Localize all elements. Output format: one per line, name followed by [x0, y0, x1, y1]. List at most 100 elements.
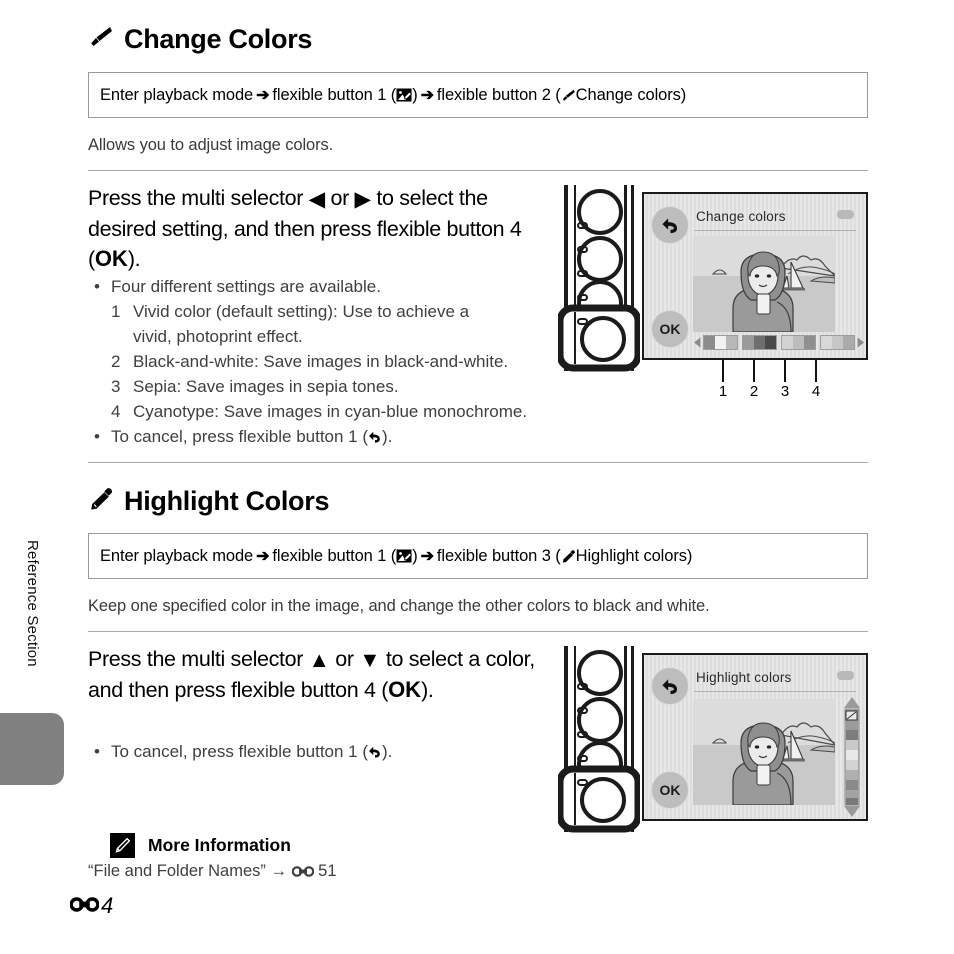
- item-text-2: Black-and-white: Save images in black-an…: [133, 352, 509, 371]
- back-arrow-icon: [368, 739, 382, 764]
- swatch-option-3[interactable]: [781, 335, 816, 350]
- divider: [88, 462, 868, 463]
- instruction-text-b: or: [324, 186, 355, 210]
- list-item: 4 Cyanotype: Save images in cyan-blue mo…: [111, 399, 544, 424]
- breadcrumb-part-4: flexible button 2 (: [436, 85, 561, 104]
- bullet-text-0: To cancel, press flexible button 1 (: [111, 742, 369, 761]
- item-text-3: Sepia: Save images in sepia tones.: [133, 377, 399, 396]
- breadcrumb-part-2: flexible button 1 (: [272, 85, 397, 104]
- right-triangle-icon: ▶: [354, 187, 372, 211]
- reference-page: 51: [318, 862, 337, 880]
- list-item: • To cancel, press flexible button 1 ( )…: [94, 739, 544, 764]
- callout-label-2: 2: [749, 383, 759, 400]
- page-number: 4: [69, 893, 114, 919]
- section-heading-highlight-colors: Highlight Colors: [88, 486, 329, 517]
- marker-icon: [88, 24, 114, 55]
- e-symbol-icon: [291, 862, 319, 880]
- item-text-1-cont: vivid, photoprint effect.: [133, 327, 303, 346]
- up-arrow-icon: [844, 697, 860, 708]
- lcd-title-underline: [694, 230, 856, 231]
- breadcrumb-part-1: Enter playback mode: [100, 546, 254, 565]
- bullet-list-highlight-colors: • To cancel, press flexible button 1 ( )…: [94, 739, 544, 764]
- breadcrumb-highlight-colors: Enter playback mode ➔ flexible button 1 …: [88, 533, 868, 579]
- bullet-list-change-colors: • Four different settings are available.…: [94, 274, 544, 449]
- instruction-text-c: to select a: [380, 647, 481, 671]
- camera-button-diagram-1: [556, 185, 642, 380]
- bullet-text-1: To cancel, press flexible button 1 (: [111, 427, 369, 446]
- instruction-line-3b: ).: [421, 678, 434, 702]
- back-button[interactable]: [651, 667, 689, 705]
- breadcrumb-part-2: flexible button 1 (: [272, 546, 397, 565]
- eyedropper-icon: [88, 486, 114, 517]
- breadcrumb-arrow-2: ➔: [420, 87, 434, 104]
- list-item: 3 Sepia: Save images in sepia tones.: [111, 374, 544, 399]
- instruction-text-b: or: [329, 647, 360, 671]
- pencil-note-icon: [110, 833, 135, 858]
- swatch-option-2[interactable]: [742, 335, 777, 350]
- instruction-text-a: Press the multi selector: [88, 186, 309, 210]
- ok-button[interactable]: OK: [651, 310, 689, 348]
- down-arrow-icon: [844, 806, 860, 817]
- edit-image-icon: [396, 86, 413, 105]
- list-item: 1 Vivid color (default setting): Use to …: [111, 299, 544, 324]
- list-item: • To cancel, press flexible button 1 ( )…: [94, 424, 544, 449]
- page-number-value: 4: [101, 893, 114, 918]
- item-number-3: 3: [111, 377, 121, 396]
- ok-label: OK: [94, 246, 128, 271]
- callout-leader-2: [753, 360, 755, 382]
- lcd-title-underline: [694, 691, 856, 692]
- ok-button[interactable]: OK: [651, 771, 689, 809]
- up-triangle-icon: ▲: [308, 648, 330, 672]
- lcd-screen-highlight-colors: Highlight colors OK: [642, 653, 868, 821]
- instruction-line-3b: ).: [127, 247, 141, 271]
- callout-leader-4: [815, 360, 817, 382]
- breadcrumb-part-1: Enter playback mode: [100, 85, 254, 104]
- cancel-suffix: ).: [382, 742, 393, 761]
- description-highlight-colors: Keep one specified color in the image, a…: [88, 597, 710, 615]
- callout-label-4: 4: [811, 383, 821, 400]
- callout-label-3: 3: [780, 383, 790, 400]
- item-number-2: 2: [111, 352, 121, 371]
- breadcrumb-part-5: Highlight colors): [575, 546, 693, 565]
- more-information-reference: “File and Folder Names” → 51: [88, 862, 337, 881]
- list-item: • Four different settings are available.: [94, 274, 544, 299]
- lcd-title: Highlight colors: [696, 670, 792, 685]
- instruction-text-a: Press the multi selector: [88, 647, 309, 671]
- lcd-screen-change-colors: Change colors OK: [642, 192, 868, 360]
- battery-icon: [837, 671, 854, 680]
- color-setting-selector[interactable]: [694, 334, 864, 351]
- left-triangle-icon: ◀: [308, 187, 326, 211]
- divider: [88, 631, 868, 632]
- battery-icon: [837, 210, 854, 219]
- camera-button-diagram-2: [556, 646, 642, 841]
- swatch-option-1[interactable]: [703, 335, 738, 350]
- down-triangle-icon: ▼: [359, 648, 381, 672]
- page-title: Change Colors: [124, 24, 313, 54]
- breadcrumb-part-4: flexible button 3 (: [436, 546, 561, 565]
- callout-label-1: 1: [718, 383, 728, 400]
- bullet-text-0: Four different settings are available.: [111, 277, 381, 296]
- divider: [88, 170, 868, 171]
- swatch-option-4[interactable]: [820, 335, 855, 350]
- description-change-colors: Allows you to adjust image colors.: [88, 136, 334, 154]
- bullet-dot: •: [94, 742, 100, 761]
- breadcrumb-part-5: Change colors): [575, 85, 687, 104]
- instruction-text-c: to select: [370, 186, 454, 210]
- color-slider[interactable]: [842, 697, 862, 822]
- item-number-blank: [111, 324, 133, 349]
- instruction-change-colors: Press the multi selector ◀ or ▶ to selec…: [88, 183, 538, 274]
- breadcrumb-arrow-1: ➔: [256, 548, 270, 565]
- instruction-highlight-colors: Press the multi selector ▲ or ▼ to selec…: [88, 644, 538, 705]
- cancel-suffix: ).: [382, 427, 393, 446]
- right-arrow-icon: [857, 337, 864, 348]
- eyedropper-icon-inline: [561, 547, 576, 566]
- breadcrumb-arrow-1: ➔: [256, 87, 270, 104]
- back-button[interactable]: [651, 206, 689, 244]
- list-item: 2 Black-and-white: Save images in black-…: [111, 349, 544, 374]
- more-information-title: More Information: [148, 835, 291, 855]
- preview-image: [693, 699, 835, 805]
- breadcrumb-change-colors: Enter playback mode ➔ flexible button 1 …: [88, 72, 868, 118]
- callout-leader-1: [722, 360, 724, 382]
- back-arrow-icon: [368, 424, 382, 449]
- item-text-1: Vivid color (default setting): Use to ac…: [133, 302, 470, 321]
